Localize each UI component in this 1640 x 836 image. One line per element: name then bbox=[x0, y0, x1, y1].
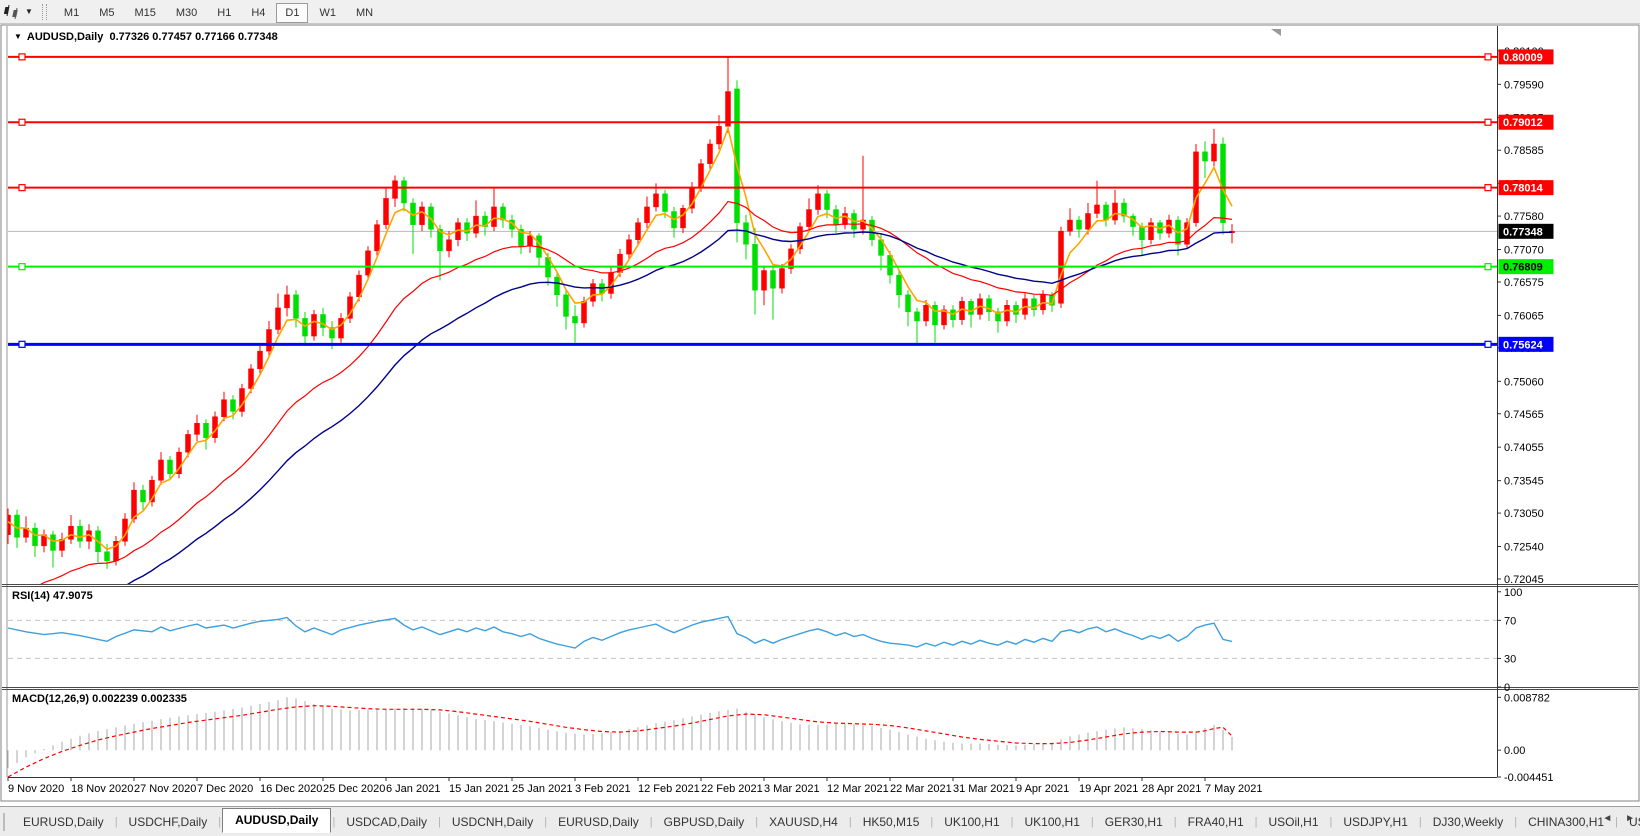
price-tick-label: 0.76575 bbox=[1504, 277, 1544, 289]
date-tick-label: 3 Feb 2021 bbox=[575, 783, 631, 795]
ohlc-high: 0.77457 bbox=[152, 31, 192, 43]
macd-indicator-label: MACD(12,26,9) 0.002239 0.002335 bbox=[12, 693, 187, 705]
date-tick-label: 12 Feb 2021 bbox=[638, 783, 700, 795]
price-badge-label: 0.79012 bbox=[1503, 117, 1543, 129]
macd-axis-label: 0.00 bbox=[1504, 745, 1525, 757]
tab-usoil-h1[interactable]: USOil,H1 bbox=[1259, 812, 1329, 832]
macd-axis-label: 0.008782 bbox=[1504, 692, 1550, 704]
rsi-current-value: 47.9075 bbox=[53, 590, 93, 602]
hline-handle[interactable] bbox=[1485, 119, 1491, 125]
hline-handle[interactable] bbox=[19, 341, 25, 347]
macd-main-value: 0.002239 bbox=[92, 693, 138, 705]
date-tick-label: 25 Dec 2020 bbox=[323, 783, 385, 795]
price-badge-label: 0.76809 bbox=[1503, 262, 1543, 274]
date-tick-label: 7 Dec 2020 bbox=[197, 783, 253, 795]
price-tick-label: 0.74055 bbox=[1504, 442, 1544, 454]
date-tick-label: 22 Feb 2021 bbox=[701, 783, 763, 795]
date-tick-label: 27 Nov 2020 bbox=[134, 783, 196, 795]
tab-scroll-left-icon[interactable]: ◄ bbox=[1602, 813, 1612, 824]
symbol-dropdown-triangle-icon[interactable]: ▼ bbox=[14, 32, 22, 41]
ohlc-open: 0.77326 bbox=[109, 31, 149, 43]
date-tick-label: 3 Mar 2021 bbox=[764, 783, 820, 795]
tab-fra40-h1[interactable]: FRA40,H1 bbox=[1178, 812, 1254, 832]
price-tick-label: 0.72045 bbox=[1504, 574, 1544, 586]
tab-xauusd-h4[interactable]: XAUUSD,H4 bbox=[759, 812, 848, 832]
tab-uk100-h1[interactable]: UK100,H1 bbox=[1015, 812, 1090, 832]
ohlc-close: 0.77348 bbox=[238, 31, 278, 43]
price-tick-label: 0.72540 bbox=[1504, 542, 1544, 554]
price-tick-label: 0.76065 bbox=[1504, 310, 1544, 322]
hline-handle[interactable] bbox=[19, 54, 25, 60]
date-tick-label: 6 Jan 2021 bbox=[386, 783, 440, 795]
hline-handle[interactable] bbox=[1485, 185, 1491, 191]
rsi-indicator-label: RSI(14) 47.9075 bbox=[12, 590, 93, 602]
tab-usdjpy-h1[interactable]: USDJPY,H1 bbox=[1333, 812, 1417, 832]
price-badge-label: 0.78014 bbox=[1503, 183, 1544, 195]
hline-handle[interactable] bbox=[1485, 54, 1491, 60]
date-tick-label: 25 Jan 2021 bbox=[512, 783, 573, 795]
price-tick-label: 0.77070 bbox=[1504, 245, 1544, 257]
rsi-axis-label: 100 bbox=[1504, 587, 1522, 599]
tab-dj30-weekly[interactable]: DJ30,Weekly bbox=[1423, 812, 1513, 832]
ohlc-low: 0.77166 bbox=[195, 31, 235, 43]
hline-handle[interactable] bbox=[1485, 341, 1491, 347]
tab-ger30-h1[interactable]: GER30,H1 bbox=[1095, 812, 1173, 832]
hline-handle[interactable] bbox=[1485, 264, 1491, 270]
tab-eurusd-daily[interactable]: EURUSD,Daily bbox=[548, 812, 649, 832]
tab-scroll-arrows: ◄ ► bbox=[1592, 813, 1635, 824]
price-badge-label: 0.75624 bbox=[1503, 339, 1544, 351]
chart-tab-bar: EURUSD,Daily|USDCHF,Daily|AUDUSD,Daily|U… bbox=[0, 806, 1640, 836]
tab-usdcad-daily[interactable]: USDCAD,Daily bbox=[336, 812, 437, 832]
date-tick-label: 7 May 2021 bbox=[1205, 783, 1262, 795]
date-tick-label: 15 Jan 2021 bbox=[449, 783, 510, 795]
price-badge-label: 0.77348 bbox=[1503, 226, 1543, 238]
tabbar-grip[interactable] bbox=[3, 813, 5, 831]
hline-handle[interactable] bbox=[19, 264, 25, 270]
chart-window[interactable]: 0.801000.795900.790850.785850.780800.775… bbox=[0, 0, 1640, 812]
price-tick-label: 0.79590 bbox=[1504, 79, 1544, 91]
chart-symbol-period: AUDUSD,Daily bbox=[27, 31, 103, 43]
price-tick-label: 0.75060 bbox=[1504, 376, 1544, 388]
date-tick-label: 12 Mar 2021 bbox=[827, 783, 889, 795]
hline-handle[interactable] bbox=[19, 119, 25, 125]
tab-scroll-right-icon[interactable]: ► bbox=[1625, 813, 1635, 824]
price-tick-label: 0.73050 bbox=[1504, 508, 1544, 520]
date-tick-label: 18 Nov 2020 bbox=[71, 783, 133, 795]
rsi-axis-label: 30 bbox=[1504, 653, 1516, 665]
chart-background bbox=[0, 24, 1640, 801]
macd-signal-value: 0.002335 bbox=[141, 693, 187, 705]
tab-audusd-daily[interactable]: AUDUSD,Daily bbox=[222, 808, 331, 833]
tab-usdchf-daily[interactable]: USDCHF,Daily bbox=[119, 812, 218, 832]
price-tick-label: 0.78585 bbox=[1504, 145, 1544, 157]
date-tick-label: 16 Dec 2020 bbox=[260, 783, 322, 795]
tab-uk100-h1[interactable]: UK100,H1 bbox=[934, 812, 1009, 832]
price-tick-label: 0.74565 bbox=[1504, 409, 1544, 421]
date-tick-label: 9 Nov 2020 bbox=[8, 783, 64, 795]
rsi-axis-label: 70 bbox=[1504, 615, 1516, 627]
hline-handle[interactable] bbox=[19, 185, 25, 191]
date-tick-label: 31 Mar 2021 bbox=[953, 783, 1015, 795]
tab-hk50-m15[interactable]: HK50,M15 bbox=[853, 812, 930, 832]
date-tick-label: 22 Mar 2021 bbox=[890, 783, 952, 795]
tab-gbpusd-daily[interactable]: GBPUSD,Daily bbox=[654, 812, 755, 832]
date-tick-label: 9 Apr 2021 bbox=[1016, 783, 1069, 795]
date-tick-label: 28 Apr 2021 bbox=[1142, 783, 1201, 795]
chart-title: ▼ AUDUSD,Daily 0.77326 0.77457 0.77166 0.… bbox=[14, 31, 278, 43]
date-tick-label: 19 Apr 2021 bbox=[1079, 783, 1138, 795]
tab-usdcnh-daily[interactable]: USDCNH,Daily bbox=[442, 812, 543, 832]
price-badge-label: 0.80009 bbox=[1503, 52, 1543, 64]
price-tick-label: 0.73545 bbox=[1504, 476, 1544, 488]
price-tick-label: 0.77580 bbox=[1504, 211, 1544, 223]
macd-axis-label: -0.004451 bbox=[1504, 772, 1554, 784]
mt4-application-window: ▼ M1M5M15M30H1H4D1W1MN 0.801000.795900.7… bbox=[0, 0, 1640, 836]
tab-eurusd-daily[interactable]: EURUSD,Daily bbox=[13, 812, 114, 832]
